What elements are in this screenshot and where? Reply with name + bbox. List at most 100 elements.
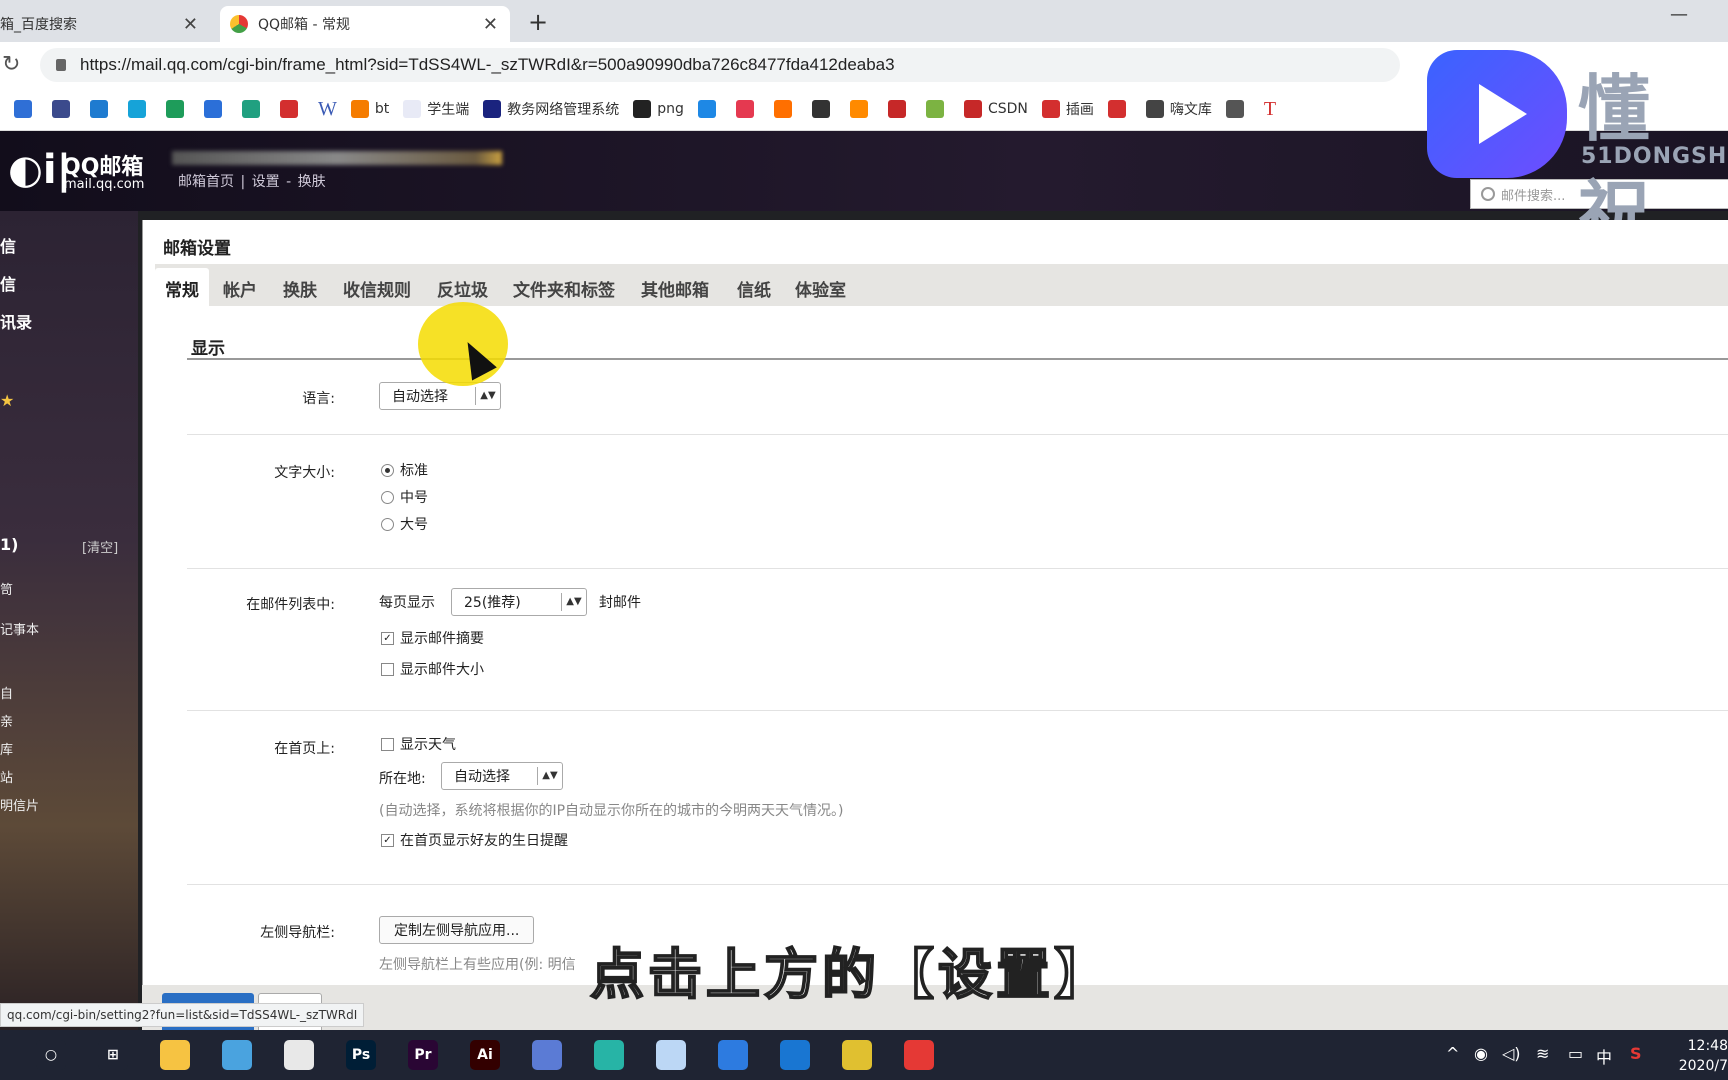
bookmark-item[interactable] [52, 100, 76, 118]
bookmark-item[interactable] [90, 100, 114, 118]
taskbar-app-icon[interactable]: Pr [408, 1040, 438, 1070]
taskbar-app-icon[interactable] [780, 1040, 810, 1070]
bookmark-item[interactable]: bt [350, 100, 389, 118]
per-page-select[interactable]: 25(推荐) ▲▼ [451, 588, 587, 616]
show-weather-checkbox[interactable]: 显示天气 [381, 734, 456, 754]
bookmark-item[interactable]: png [633, 100, 684, 118]
taskbar-app-icon[interactable] [160, 1040, 190, 1070]
bookmark-item[interactable] [697, 100, 722, 118]
nav-item[interactable]: 自 [0, 683, 13, 702]
bookmark-item[interactable] [242, 100, 266, 118]
checkbox-icon [381, 737, 394, 751]
nav-item[interactable]: 笥 [0, 579, 13, 598]
bookmark-favicon-icon [242, 100, 260, 118]
star-icon[interactable]: ★ [0, 391, 14, 410]
nav-item[interactable]: 站 [0, 767, 13, 786]
taskbar-app-icon[interactable]: Ps [346, 1040, 376, 1070]
divider [187, 710, 1728, 711]
nav-settings[interactable]: 设置 [252, 174, 280, 190]
fontsize-medium-radio[interactable]: 中号 [381, 487, 428, 507]
bookmark-item[interactable] [166, 100, 190, 118]
nav-skin[interactable]: 换肤 [298, 174, 326, 190]
tab-folders-labels[interactable]: 文件夹和标签 [513, 276, 615, 301]
nav-contacts[interactable]: 讯录 [0, 309, 32, 333]
taskbar-app-icon[interactable] [904, 1040, 934, 1070]
bookmark-item[interactable] [735, 100, 760, 118]
taskbar-app-icon[interactable] [594, 1040, 624, 1070]
tab-skin[interactable]: 换肤 [283, 276, 317, 301]
taskbar-app-icon[interactable] [842, 1040, 872, 1070]
customize-leftnav-button[interactable]: 定制左侧导航应用... [379, 916, 535, 944]
battery-icon[interactable]: ▭ [1568, 1044, 1583, 1063]
taskbar-app-icon[interactable]: ○ [36, 1040, 66, 1070]
taskbar-app-icon[interactable] [532, 1040, 562, 1070]
bookmark-item[interactable] [811, 100, 836, 118]
minimize-icon[interactable]: — [1670, 4, 1688, 25]
tab-stationery[interactable]: 信纸 [737, 276, 771, 301]
close-tab-icon[interactable]: ✕ [183, 14, 198, 35]
bookmark-item[interactable]: CSDN [963, 100, 1028, 118]
bookmark-item[interactable] [204, 100, 228, 118]
new-tab-icon[interactable]: + [528, 8, 548, 36]
bookmark-item[interactable] [14, 100, 38, 118]
location-select[interactable]: 自动选择 ▲▼ [441, 762, 563, 790]
bookmark-item[interactable]: T [1264, 98, 1276, 121]
birthday-checkbox[interactable]: ✓ 在首页显示好友的生日提醒 [381, 830, 568, 850]
qq-tray-icon[interactable]: ◉ [1474, 1044, 1488, 1063]
taskbar-app-icon[interactable] [222, 1040, 252, 1070]
taskbar-app-icon[interactable] [718, 1040, 748, 1070]
nav-item[interactable]: 亲 [0, 711, 13, 730]
reload-icon[interactable]: ↻ [2, 52, 20, 77]
show-size-checkbox[interactable]: 显示邮件大小 [381, 659, 484, 679]
tab-antispam[interactable]: 反垃圾 [437, 276, 488, 301]
clear-link[interactable]: [清空] [82, 537, 118, 556]
watermark-site: 51DONGSHI.C [1581, 144, 1728, 169]
taskbar-app-icon[interactable]: ⊞ [98, 1040, 128, 1070]
folder-count[interactable]: 1) [0, 535, 18, 554]
wifi-icon[interactable]: ≋ [1536, 1044, 1549, 1063]
volume-icon[interactable]: ◁) [1502, 1044, 1521, 1063]
nav-item[interactable]: 库 [0, 739, 13, 758]
bookmark-item[interactable] [128, 100, 152, 118]
nav-notes[interactable]: 记事本 [0, 619, 39, 638]
tab-baidu-search[interactable]: 箱_百度搜索 ✕ [0, 6, 210, 42]
bookmark-item[interactable]: 嗨文库 [1145, 99, 1212, 119]
show-summary-checkbox[interactable]: ✓ 显示邮件摘要 [381, 628, 484, 648]
bookmark-item[interactable] [1225, 100, 1250, 118]
nav-write[interactable]: 信 [0, 233, 16, 257]
bookmark-item[interactable]: W [318, 98, 337, 121]
system-clock[interactable]: 12:48 2020/7 [1679, 1036, 1728, 1076]
fontsize-large-radio[interactable]: 大号 [381, 514, 428, 534]
nav-inbox[interactable]: 信 [0, 271, 16, 295]
nav-home[interactable]: 邮箱首页 [178, 174, 234, 190]
tab-lab[interactable]: 体验室 [795, 276, 846, 301]
taskbar-app-icon[interactable] [656, 1040, 686, 1070]
bookmark-item[interactable] [1107, 100, 1132, 118]
tab-general[interactable]: 常规 [155, 268, 209, 309]
bookmark-item[interactable] [773, 100, 798, 118]
bookmark-item[interactable]: 学生端 [403, 99, 469, 119]
bookmark-item[interactable] [925, 100, 950, 118]
video-caption: 点击上方的【设置】 [589, 942, 1112, 1007]
bookmark-item[interactable]: 插画 [1041, 99, 1094, 119]
tab-qq-mail[interactable]: QQ邮箱 - 常规 ✕ [220, 6, 510, 42]
tab-other-mailboxes[interactable]: 其他邮箱 [641, 276, 709, 301]
sogou-icon[interactable]: S [1630, 1044, 1642, 1063]
address-bar[interactable]: https://mail.qq.com/cgi-bin/frame_html?s… [40, 48, 1400, 82]
ime-indicator[interactable]: 中 [1596, 1044, 1612, 1068]
bookmark-item[interactable] [849, 100, 874, 118]
taskbar-app-icon[interactable]: Ai [470, 1040, 500, 1070]
bookmark-item[interactable] [887, 100, 912, 118]
nav-postcard[interactable]: 明信片 [0, 795, 39, 814]
tab-receive-rules[interactable]: 收信规则 [343, 276, 411, 301]
tray-expand-icon[interactable]: ^ [1446, 1044, 1459, 1063]
bookmark-favicon-icon [350, 100, 369, 118]
bookmark-item[interactable]: 教务网络管理系统 [483, 99, 619, 119]
language-select[interactable]: 自动选择 ▲▼ [379, 382, 501, 410]
checkbox-checked-icon: ✓ [381, 631, 394, 645]
fontsize-standard-radio[interactable]: 标准 [381, 460, 428, 480]
tab-account[interactable]: 帐户 [223, 276, 257, 301]
close-tab-icon[interactable]: ✕ [483, 14, 498, 35]
bookmark-item[interactable] [280, 100, 304, 118]
taskbar-app-icon[interactable] [284, 1040, 314, 1070]
